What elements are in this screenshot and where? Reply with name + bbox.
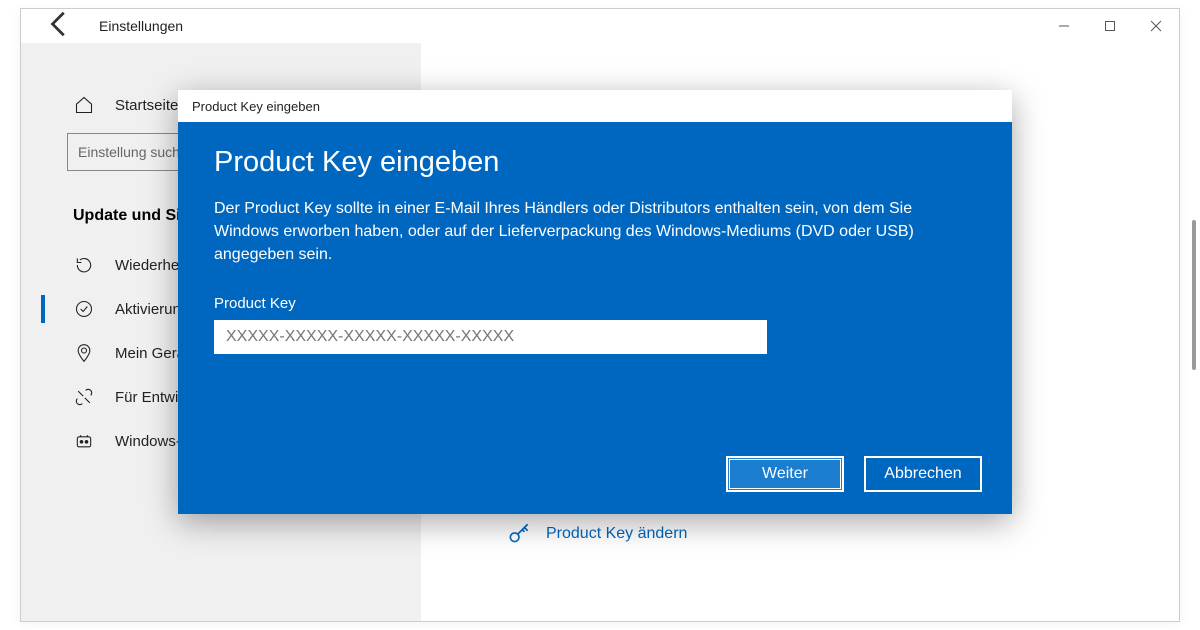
- product-key-input[interactable]: [214, 320, 767, 354]
- window-title: Einstellungen: [99, 18, 183, 34]
- next-button[interactable]: Weiter: [726, 456, 844, 492]
- check-circle-icon: [73, 299, 95, 319]
- home-icon: [73, 95, 95, 115]
- minimize-button[interactable]: [1041, 10, 1087, 42]
- sidebar-home-label: Startseite: [115, 97, 178, 114]
- close-button[interactable]: [1133, 10, 1179, 42]
- titlebar: Einstellungen: [21, 9, 1179, 43]
- insider-icon: [73, 431, 95, 451]
- change-product-key-link[interactable]: Product Key ändern: [506, 521, 687, 547]
- change-key-label: Product Key ändern: [546, 525, 687, 543]
- dialog-window-title: Product Key eingeben: [192, 99, 320, 114]
- product-key-label: Product Key: [214, 295, 976, 312]
- maximize-button[interactable]: [1087, 10, 1133, 42]
- cancel-button[interactable]: Abbrechen: [864, 456, 982, 492]
- refresh-icon: [73, 255, 95, 275]
- back-button[interactable]: [45, 9, 75, 43]
- scrollbar-thumb[interactable]: [1192, 220, 1196, 370]
- dialog-titlebar: Product Key eingeben: [178, 90, 1012, 122]
- location-icon: [73, 343, 95, 363]
- dialog-description: Der Product Key sollte in einer E-Mail I…: [214, 197, 976, 267]
- key-icon: [506, 521, 532, 547]
- product-key-dialog: Product Key eingeben Product Key eingebe…: [178, 90, 1012, 514]
- dialog-heading: Product Key eingeben: [214, 146, 976, 179]
- tools-icon: [73, 387, 95, 407]
